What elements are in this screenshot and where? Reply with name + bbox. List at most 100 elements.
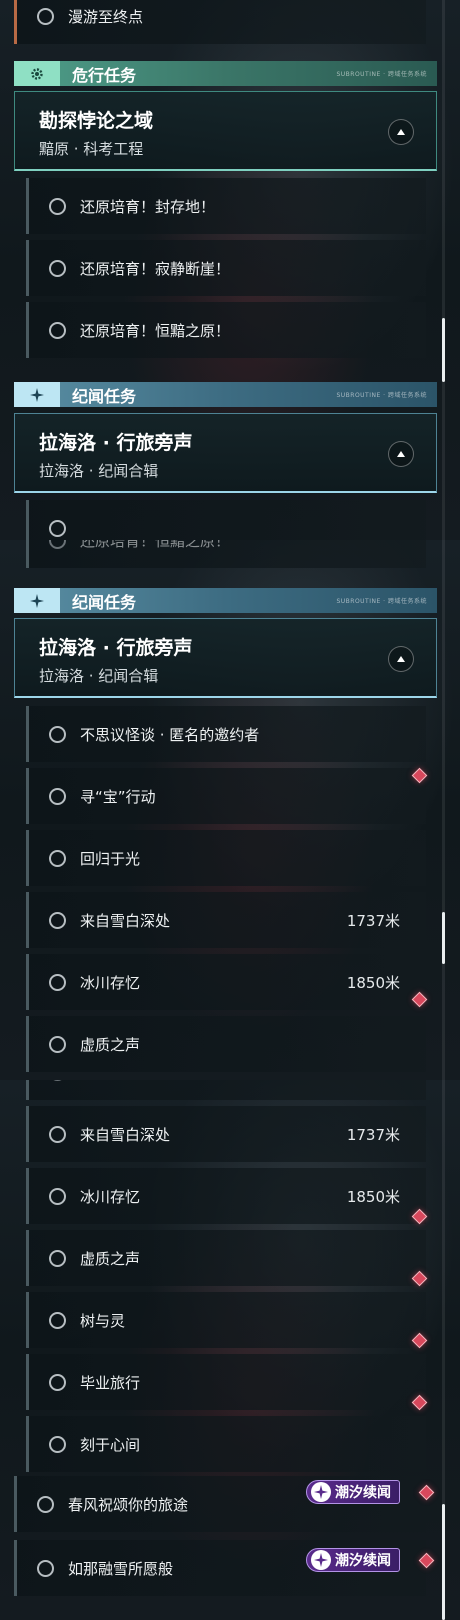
status-ring-icon bbox=[49, 259, 66, 277]
status-ring-icon bbox=[49, 321, 66, 339]
distance-label: 1850米 bbox=[346, 1187, 400, 1206]
quest-card-subtitle: 拉海洛 · 纪闻合辑 bbox=[39, 667, 159, 685]
category-label: 危行任务 bbox=[72, 65, 137, 85]
list-item[interactable]: 树与灵 bbox=[26, 1292, 426, 1348]
quest-item-title: 树与灵 bbox=[80, 1311, 126, 1330]
list-item[interactable]: 寻“宝”行动 bbox=[26, 768, 426, 824]
badge-label: 潮汐续闻 bbox=[335, 1553, 391, 1569]
quest-item-title: 漫游至终点 bbox=[68, 7, 144, 26]
quest-item-title: 还原培育！恒黯之原！ bbox=[80, 321, 231, 340]
status-ring-icon bbox=[49, 973, 66, 991]
quest-item-title: 虚质之声 bbox=[80, 1035, 141, 1054]
status-ring-icon bbox=[49, 1187, 66, 1205]
status-ring-icon bbox=[49, 197, 66, 215]
category-label: 纪闻任务 bbox=[72, 386, 137, 406]
scrollbar[interactable] bbox=[442, 1080, 445, 1620]
status-ring-icon bbox=[49, 1311, 66, 1329]
status-ring-icon bbox=[49, 1249, 66, 1267]
category-watermark: SUBROUTINE · 跨域任务系统 bbox=[336, 392, 427, 399]
status-ring-icon bbox=[49, 1373, 66, 1391]
quest-item-title: 冰川存忆 bbox=[80, 973, 141, 992]
tide-badge: 潮汐续闻 bbox=[306, 1480, 400, 1504]
category-danger-bar: 危行任务 SUBROUTINE · 跨域任务系统 bbox=[14, 61, 437, 86]
chevron-up-icon bbox=[397, 129, 405, 135]
distance-label: 1850米 bbox=[346, 973, 400, 992]
category-watermark: SUBROUTINE · 跨域任务系统 bbox=[336, 598, 427, 605]
list-item[interactable]: 还原培育！恒黯之原！ bbox=[26, 302, 426, 358]
status-ring-icon bbox=[49, 1125, 66, 1143]
quest-item-title: 还原培育！封存地！ bbox=[80, 197, 216, 216]
status-ring-icon bbox=[49, 911, 66, 929]
quest-item-title: 不思议怪谈 · 匿名的邀约者 bbox=[80, 725, 260, 744]
status-ring-icon bbox=[49, 849, 66, 867]
quest-card-lore[interactable]: 拉海洛 · 行旅旁声 拉海洛 · 纪闻合辑 bbox=[14, 618, 437, 698]
quest-item-title: 还原培育！寂静断崖！ bbox=[80, 259, 231, 278]
scrollbar[interactable] bbox=[442, 0, 445, 540]
scrollbar[interactable] bbox=[442, 540, 445, 1080]
tide-icon bbox=[311, 1482, 331, 1502]
scroll-thumb[interactable] bbox=[442, 1504, 445, 1620]
list-item[interactable]: 不思议怪谈 · 匿名的邀约者 bbox=[26, 706, 426, 762]
category-lore-bar: 纪闻任务 SUBROUTINE · 跨域任务系统 bbox=[14, 382, 437, 407]
list-item[interactable]: 刻于心间 bbox=[26, 1416, 426, 1472]
category-label: 纪闻任务 bbox=[72, 592, 137, 612]
list-item[interactable]: 还原培育！恒黯之原！ bbox=[26, 540, 426, 568]
distance-label: 1737米 bbox=[346, 1125, 400, 1144]
quest-item-title: 还原培育！恒黯之原！ bbox=[80, 540, 231, 550]
status-ring-icon bbox=[49, 1080, 66, 1081]
quest-item-title: 毕业旅行 bbox=[80, 1373, 141, 1392]
list-item[interactable]: 冰川存忆 1850米 bbox=[26, 954, 426, 1010]
sparkle-icon bbox=[14, 588, 60, 613]
status-ring-icon bbox=[37, 1559, 54, 1577]
list-item[interactable]: 虚质之声 bbox=[26, 1230, 426, 1286]
scroll-thumb[interactable] bbox=[442, 318, 445, 382]
gear-icon bbox=[14, 61, 60, 86]
list-item[interactable]: 冰川存忆 1850米 bbox=[26, 1168, 426, 1224]
scroll-thumb[interactable] bbox=[442, 912, 445, 964]
quest-item-title: 回归于光 bbox=[80, 849, 141, 868]
collapse-button[interactable] bbox=[388, 119, 414, 145]
status-ring-icon bbox=[37, 7, 54, 25]
status-ring-icon bbox=[49, 519, 66, 537]
list-item[interactable]: 毕业旅行 bbox=[26, 1354, 426, 1410]
quest-card-title: 拉海洛 · 行旅旁声 bbox=[39, 637, 193, 659]
quest-item-title: 春风祝颂你的旅途 bbox=[68, 1495, 189, 1514]
quest-item-roam[interactable]: 漫游至终点 bbox=[14, 0, 426, 44]
list-item[interactable] bbox=[26, 500, 426, 540]
quest-item-title: 如那融雪所愿般 bbox=[68, 1559, 174, 1578]
distance-label: 1737米 bbox=[346, 911, 400, 930]
quest-item-title: 来自雪白深处 bbox=[80, 911, 171, 930]
list-item[interactable]: 回归于光 bbox=[26, 830, 426, 886]
collapse-button[interactable] bbox=[388, 441, 414, 467]
badge-label: 潮汐续闻 bbox=[335, 1485, 391, 1501]
sparkle-icon bbox=[14, 382, 60, 407]
quest-item-title: 冰川存忆 bbox=[80, 1187, 141, 1206]
list-item[interactable]: 虚质之声 bbox=[26, 1016, 426, 1072]
quest-item-title: 虚质之声 bbox=[80, 1249, 141, 1268]
list-item[interactable] bbox=[26, 1080, 426, 1100]
list-item[interactable]: 来自雪白深处 1737米 bbox=[26, 1106, 426, 1162]
quest-card-subtitle: 拉海洛 · 纪闻合辑 bbox=[39, 462, 159, 480]
list-item[interactable]: 来自雪白深处 1737米 bbox=[26, 892, 426, 948]
status-ring-icon bbox=[49, 787, 66, 805]
status-ring-icon bbox=[49, 540, 66, 549]
list-item[interactable]: 还原培育！寂静断崖！ bbox=[26, 240, 426, 296]
collapse-button[interactable] bbox=[388, 646, 414, 672]
category-watermark: SUBROUTINE · 跨域任务系统 bbox=[336, 71, 427, 78]
quest-card-title: 拉海洛 · 行旅旁声 bbox=[39, 432, 193, 454]
quest-list-panel-3: 来自雪白深处 1737米 冰川存忆 1850米 虚质之声 树与灵 毕业旅行 刻于… bbox=[0, 1080, 460, 1620]
quest-card-subtitle: 黯原 · 科考工程 bbox=[39, 140, 144, 158]
quest-item-title: 寻“宝”行动 bbox=[80, 787, 156, 806]
quest-card-lore[interactable]: 拉海洛 · 行旅旁声 拉海洛 · 纪闻合辑 bbox=[14, 413, 437, 493]
list-item[interactable]: 还原培育！封存地！ bbox=[26, 178, 426, 234]
tide-icon bbox=[311, 1550, 331, 1570]
status-ring-icon bbox=[37, 1495, 54, 1513]
quest-card-title: 勘探悖论之域 bbox=[39, 110, 154, 132]
status-ring-icon bbox=[49, 1035, 66, 1053]
tide-badge: 潮汐续闻 bbox=[306, 1548, 400, 1572]
chevron-up-icon bbox=[397, 451, 405, 457]
quest-list-panel-1: 漫游至终点 危行任务 SUBROUTINE · 跨域任务系统 勘探悖论之域 黯原… bbox=[0, 0, 460, 540]
quest-card-danger[interactable]: 勘探悖论之域 黯原 · 科考工程 bbox=[14, 91, 437, 171]
quest-list-panel-2: 还原培育！恒黯之原！ 纪闻任务 SUBROUTINE · 跨域任务系统 拉海洛 … bbox=[0, 540, 460, 1080]
status-ring-icon bbox=[49, 725, 66, 743]
